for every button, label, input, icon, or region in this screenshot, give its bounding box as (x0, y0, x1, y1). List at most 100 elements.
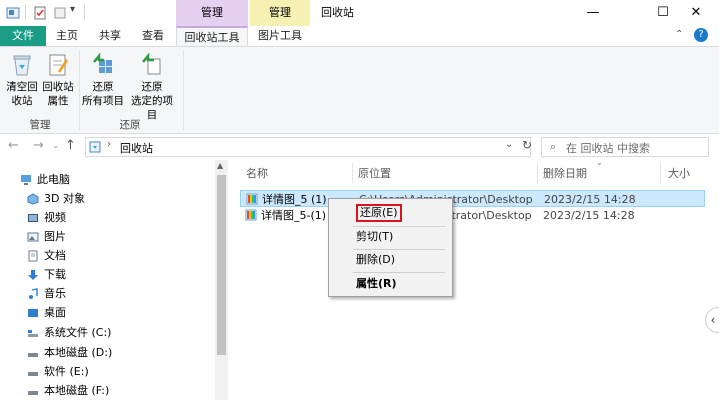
restore-all-label-2: 所有项目 (82, 95, 124, 107)
menu-separator (353, 272, 445, 273)
properties-page-icon (45, 52, 71, 78)
qat-divider (25, 4, 26, 20)
document-icon (27, 249, 39, 262)
tab-picture-tools[interactable]: 图片工具 (250, 26, 310, 46)
details-pane-toggle-icon[interactable]: ‹ (705, 307, 719, 333)
menu-item-properties[interactable]: 属性(R) (329, 274, 452, 294)
sidebar-item-label: 系统文件 (C:) (44, 326, 112, 339)
sidebar-item-documents[interactable]: 文档 (0, 246, 214, 265)
tab-home[interactable]: 主页 (48, 26, 86, 46)
restore-selected-label-1: 还原 (141, 81, 163, 93)
recent-locations-icon[interactable]: ⌄ (52, 141, 60, 151)
up-arrow-icon[interactable]: ↑ (65, 138, 76, 153)
sidebar-item-3d-objects[interactable]: 3D 对象 (0, 189, 214, 208)
menu-item-restore[interactable]: 还原(E) (329, 203, 452, 223)
breadcrumb-recycle-bin[interactable]: 回收站 (120, 140, 153, 156)
column-divider[interactable] (537, 163, 538, 183)
file-date-deleted: 2023/2/15 14:28 (544, 193, 636, 206)
menu-item-delete[interactable]: 删除(D) (329, 250, 452, 270)
sidebar-item-label: 此电脑 (37, 173, 70, 186)
sidebar-scroll-thumb[interactable] (217, 175, 226, 355)
restore-selected-items-button[interactable]: 还原 选定的项目 (126, 52, 178, 122)
restore-all-label-1: 还原 (92, 81, 114, 93)
column-header-size[interactable]: 大小 (668, 165, 690, 183)
music-icon (27, 287, 39, 299)
drive-icon (27, 365, 39, 377)
sidebar-item-downloads[interactable]: 下载 (0, 265, 214, 284)
file-name: 详情图_5 (1) (262, 193, 327, 206)
back-arrow-icon[interactable]: ← (8, 138, 19, 153)
download-icon (27, 268, 39, 280)
breadcrumb-chevron-icon[interactable]: › (107, 139, 111, 150)
restore-all-icon (90, 52, 116, 78)
recycle-bin-small-icon (89, 141, 101, 153)
sidebar-item-music[interactable]: 音乐 (0, 284, 214, 303)
file-date-deleted: 2023/2/15 14:28 (543, 209, 635, 222)
sidebar-item-drive-d[interactable]: 本地磁盘 (D:) (0, 343, 214, 362)
sidebar-item-label: 本地磁盘 (F:) (44, 384, 110, 397)
menu-item-cut[interactable]: 剪切(T) (329, 227, 452, 247)
sidebar-item-videos[interactable]: 视频 (0, 208, 214, 227)
sort-indicator-icon: ⌄ (596, 158, 603, 167)
search-icon: ⌕ (550, 140, 557, 153)
column-header-name[interactable]: 名称 (246, 165, 268, 183)
recycle-bin-icon (9, 52, 35, 78)
group-label-manage: 管理 (29, 119, 51, 131)
explorer-app-icon[interactable] (6, 6, 20, 20)
sidebar-item-drive-e[interactable]: 软件 (E:) (0, 362, 214, 381)
drive-icon (27, 384, 39, 396)
address-dropdown-icon[interactable]: ⌄ (505, 139, 513, 150)
empty-recycle-bin-label-2: 收站 (11, 95, 33, 107)
restore-selected-icon (139, 52, 165, 78)
sidebar-item-desktop[interactable]: 桌面 (0, 303, 214, 322)
column-divider[interactable] (660, 163, 661, 183)
table-row[interactable]: 详情图_5 (1) C:\Users\Administrator\Desktop… (240, 190, 705, 207)
context-tab-manage: 管理 (176, 0, 248, 26)
sidebar-item-label: 下载 (44, 268, 66, 281)
file-name: 详情图_5-(1) (261, 209, 327, 222)
empty-recycle-bin-label-1: 清空回 (6, 81, 38, 93)
video-icon (27, 211, 39, 223)
sidebar-item-label: 3D 对象 (44, 192, 85, 205)
refresh-icon[interactable]: ↻ (522, 138, 532, 152)
context-tab-picture-manage: 管理 (250, 0, 310, 26)
tab-view[interactable]: 查看 (133, 26, 173, 46)
table-row[interactable]: 详情图_5-(1) C:\Users\Administrator\Desktop… (240, 207, 705, 224)
scroll-up-icon[interactable]: ▲ (217, 161, 223, 170)
sidebar-item-label: 软件 (E:) (44, 365, 89, 378)
qat-dropdown-icon[interactable]: ▾ (70, 4, 75, 15)
image-file-icon (246, 193, 258, 205)
sidebar-item-label: 桌面 (44, 306, 66, 319)
minimize-button[interactable]: — (570, 0, 616, 26)
restore-all-items-button[interactable]: 还原 所有项目 (80, 52, 126, 108)
cube-icon (27, 192, 39, 205)
desktop-icon (27, 306, 39, 318)
qat-divider-2 (84, 4, 85, 20)
sidebar-item-label: 音乐 (44, 287, 66, 300)
close-button[interactable]: ✕ (673, 0, 719, 26)
sidebar-item-label: 视频 (44, 211, 66, 224)
sidebar-item-drive-c[interactable]: 系统文件 (C:) (0, 323, 214, 342)
sidebar-item-drive-f[interactable]: 本地磁盘 (F:) (0, 381, 214, 400)
tab-share[interactable]: 共享 (90, 26, 130, 46)
tab-recycle-bin-tools[interactable]: 回收站工具 (176, 26, 248, 47)
tab-file[interactable]: 文件 (0, 26, 46, 46)
properties-icon[interactable] (33, 6, 47, 20)
column-header-date-deleted[interactable]: 删除日期 (543, 165, 587, 183)
column-divider[interactable] (352, 163, 353, 183)
sidebar-item-label: 本地磁盘 (D:) (44, 346, 113, 359)
drive-icon (27, 326, 39, 338)
column-header-location[interactable]: 原位置 (358, 165, 391, 183)
recycle-bin-properties-button[interactable]: 回收站 属性 (40, 52, 76, 108)
sidebar-item-this-pc[interactable]: 此电脑 (0, 170, 214, 189)
help-icon[interactable]: ? (694, 28, 708, 42)
sidebar-item-pictures[interactable]: 图片 (0, 227, 214, 246)
computer-icon (20, 173, 32, 185)
group-label-restore: 还原 (119, 119, 141, 131)
new-folder-icon[interactable] (53, 6, 67, 20)
picture-icon (27, 230, 39, 242)
collapse-ribbon-icon[interactable]: ⌃ (675, 29, 683, 40)
empty-recycle-bin-button[interactable]: 清空回 收站 (4, 52, 40, 108)
forward-arrow-icon[interactable]: → (33, 138, 44, 153)
recycle-bin-properties-label-2: 属性 (47, 95, 69, 107)
